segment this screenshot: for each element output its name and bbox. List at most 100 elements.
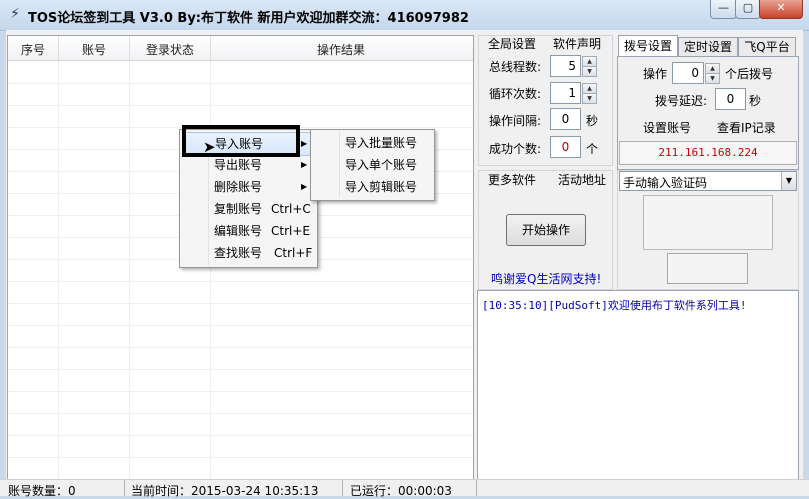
maximize-button[interactable]: ▢	[735, 0, 761, 19]
interval-input[interactable]: 0	[550, 108, 581, 130]
menu-item-find-account[interactable]: 查找账号 Ctrl+F	[182, 242, 313, 264]
status-divider	[124, 480, 125, 496]
spin-down-icon[interactable]: ▼	[582, 93, 597, 104]
menu-item-shortcut: Ctrl+F	[274, 246, 313, 260]
start-button[interactable]: 开始操作	[506, 214, 586, 246]
grid-row-line	[8, 347, 473, 348]
window-title: TOS论坛签到工具 V3.0 By:布丁软件 新用户欢迎加群交流：4160979…	[28, 11, 469, 26]
dial-delay-label: 拨号延迟:	[655, 94, 708, 108]
menu-item-shortcut: Ctrl+E	[271, 224, 310, 238]
menu-item-label: 查找账号	[214, 246, 263, 260]
dial-after-label-prefix: 操作	[643, 67, 668, 81]
status-divider	[476, 480, 477, 496]
submenu-item-import-single[interactable]: 导入单个账号	[313, 154, 430, 176]
column-header-account[interactable]: 账号	[59, 41, 129, 58]
more-software-link[interactable]: 更多软件	[488, 171, 536, 188]
set-account-link[interactable]: 设置账号	[643, 119, 691, 136]
submenu-arrow-icon: ▶	[301, 182, 308, 191]
title-bar: ⚡ TOS论坛签到工具 V3.0 By:布丁软件 新用户欢迎加群交流：41609…	[0, 0, 809, 31]
grid-row-line	[8, 457, 473, 458]
global-settings-label: 全局设置	[488, 37, 537, 51]
activity-url-link[interactable]: 活动地址	[558, 171, 606, 188]
minimize-button[interactable]: —	[710, 0, 737, 19]
chevron-down-icon[interactable]: ▼	[781, 172, 796, 190]
highlight-box	[182, 125, 300, 157]
column-header-result[interactable]: 操作结果	[211, 41, 471, 58]
view-ip-link[interactable]: 查看IP记录	[717, 119, 776, 136]
grid-column-line	[210, 61, 211, 479]
interval-unit: 秒	[586, 114, 599, 128]
column-header-index[interactable]: 序号	[8, 41, 58, 58]
status-divider	[342, 480, 343, 496]
threads-spinbox[interactable]: 5 ▲ ▼	[550, 55, 597, 77]
loops-label: 循环次数:	[489, 87, 542, 101]
captcha-input[interactable]	[667, 253, 748, 284]
menu-item-label: 导入单个账号	[345, 158, 418, 172]
spin-down-icon[interactable]: ▼	[705, 73, 720, 84]
menu-item-copy-account[interactable]: 复制账号 Ctrl+C	[182, 198, 313, 220]
dial-after-value: 0	[691, 66, 699, 80]
threads-label: 总线程数:	[489, 60, 542, 74]
menu-item-delete-account[interactable]: 删除账号 ▶	[182, 176, 313, 198]
status-bar: 账号数量：0 当前时间：2015-03-24 10:35:13 已运行：00:0…	[0, 479, 809, 498]
mouse-cursor-icon: ➤	[203, 138, 216, 156]
captcha-mode-select[interactable]: 手动输入验证码 ▼	[619, 171, 797, 191]
dial-delay-unit: 秒	[749, 94, 762, 108]
status-current-time: 当前时间：2015-03-24 10:35:13	[131, 484, 319, 498]
grid-column-line	[129, 61, 130, 479]
dial-after-stepper[interactable]: ▲ ▼	[705, 63, 720, 84]
interval-label: 操作间隔:	[489, 114, 542, 128]
submenu-item-import-clipboard[interactable]: 导入剪辑账号	[313, 176, 430, 198]
close-button[interactable]: ✕	[759, 0, 803, 19]
success-count: 0	[550, 136, 581, 158]
threads-stepper[interactable]: ▲ ▼	[582, 56, 597, 77]
loops-value: 1	[568, 86, 576, 100]
grid-row-line	[8, 391, 473, 392]
log-output[interactable]: [10:35:10][PudSoft]欢迎使用布丁软件系列工具!	[477, 290, 799, 480]
menu-item-label: 导入批量账号	[345, 136, 418, 150]
menu-item-label: 编辑账号	[214, 224, 263, 238]
menu-item-label: 导出账号	[214, 158, 263, 172]
ip-display: 211.161.168.224	[619, 141, 797, 165]
grid-row-line	[8, 281, 473, 282]
status-account-count: 账号数量：0	[8, 484, 76, 498]
grid-row-line	[8, 413, 473, 414]
tab-timer-settings[interactable]: 定时设置	[678, 37, 738, 57]
grid-row-line	[8, 435, 473, 436]
tab-dial-settings[interactable]: 拨号设置	[618, 35, 678, 57]
list-header: 序号 账号 登录状态 操作结果	[8, 36, 473, 61]
grid-row-line	[8, 325, 473, 326]
menu-item-label: 删除账号	[214, 180, 263, 194]
submenu-item-import-batch[interactable]: 导入批量账号	[313, 132, 430, 154]
software-statement-link[interactable]: 软件声明	[553, 35, 601, 52]
menu-item-shortcut: Ctrl+C	[271, 202, 311, 216]
spin-down-icon[interactable]: ▼	[582, 66, 597, 77]
submenu-arrow-icon: ▶	[301, 160, 308, 169]
menu-item-edit-account[interactable]: 编辑账号 Ctrl+E	[182, 220, 313, 242]
log-line: [10:35:10][PudSoft]欢迎使用布丁软件系列工具!	[482, 299, 747, 312]
grid-row-line	[8, 369, 473, 370]
loops-spinbox[interactable]: 1 ▲ ▼	[550, 82, 597, 104]
captcha-mode-value: 手动输入验证码	[623, 176, 708, 190]
captcha-image	[643, 195, 773, 250]
thanks-link[interactable]: 鸣谢爱Q生活网支持!	[491, 270, 601, 287]
submenu-arrow-icon: ▶	[301, 139, 308, 148]
import-submenu: 导入批量账号 导入单个账号 导入剪辑账号	[310, 129, 435, 201]
app-icon: ⚡	[10, 6, 20, 22]
success-unit: 个	[586, 142, 599, 156]
grid-row-line	[8, 105, 473, 106]
grid-column-line	[58, 61, 59, 479]
threads-value: 5	[568, 59, 576, 73]
grid-row-line	[8, 83, 473, 84]
menu-item-label: 复制账号	[214, 202, 263, 216]
status-running-time: 已运行：00:00:03	[350, 484, 452, 498]
dial-delay-input[interactable]: 0	[715, 88, 746, 110]
loops-stepper[interactable]: ▲ ▼	[582, 83, 597, 104]
grid-row-line	[8, 303, 473, 304]
success-label: 成功个数:	[489, 142, 542, 156]
menu-item-export-account[interactable]: 导出账号 ▶	[182, 154, 313, 176]
dial-after-label-suffix: 个后拨号	[725, 67, 774, 81]
column-header-login-status[interactable]: 登录状态	[130, 41, 210, 58]
dial-after-spinbox[interactable]: 0 ▲ ▼	[672, 62, 720, 84]
tab-feiq-platform[interactable]: 飞Q平台	[738, 37, 796, 57]
